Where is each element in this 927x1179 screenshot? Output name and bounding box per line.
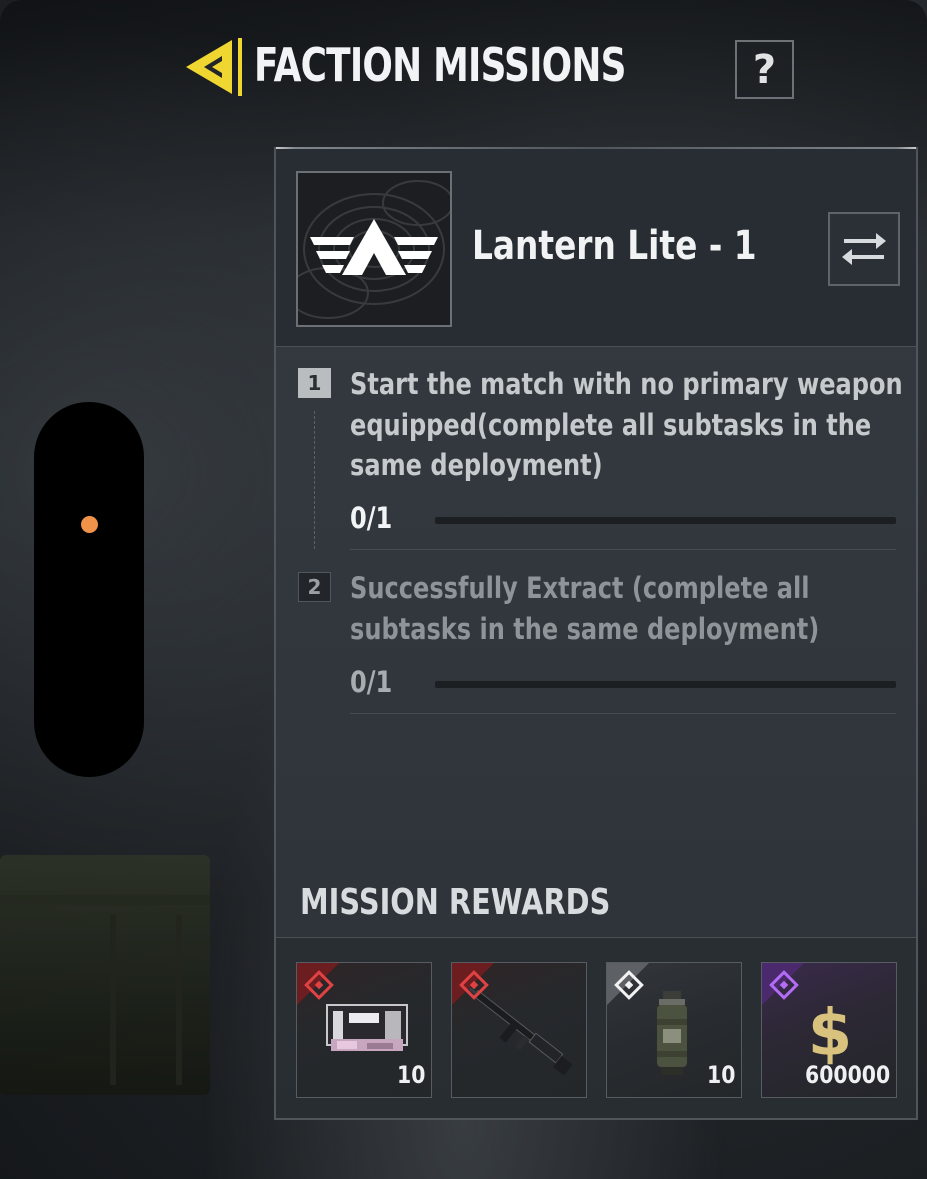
- side-handle[interactable]: [34, 402, 144, 777]
- task-progress-text: 0/1: [350, 501, 393, 535]
- task-divider: [350, 549, 896, 550]
- mission-name: Lantern Lite - 1: [472, 223, 757, 269]
- switch-mission-button[interactable]: [828, 212, 900, 286]
- mission-header: Lantern Lite - 1: [276, 149, 916, 347]
- rarity-red-tag-icon: [297, 963, 339, 1005]
- reward-item-weapon-case[interactable]: 10: [296, 962, 432, 1098]
- task-connector-line: [314, 411, 315, 549]
- background-crate: [0, 855, 210, 1095]
- svg-text:$: $: [808, 997, 853, 1071]
- reward-item-cash[interactable]: $ 600000: [761, 962, 897, 1098]
- rarity-white-tag-icon: [607, 963, 649, 1005]
- reward-quantity: 600000: [804, 1061, 890, 1089]
- task-description: Successfully Extract (complete all subta…: [350, 571, 820, 646]
- faction-logo: [296, 171, 452, 327]
- task-number-badge: 1: [298, 368, 331, 398]
- reward-item-grenade[interactable]: 10: [606, 962, 742, 1098]
- page-title: FACTION MISSIONS: [254, 38, 626, 92]
- back-arrow-icon: [186, 38, 242, 96]
- help-button[interactable]: ?: [735, 40, 794, 99]
- faction-wings-emblem-icon: [310, 219, 438, 275]
- rewards-bar: 10 10 $ 600000: [276, 937, 916, 1118]
- reward-quantity: 10: [706, 1061, 735, 1089]
- task-progress-text: 0/1: [350, 665, 393, 699]
- mission-panel: Lantern Lite - 1 1 Start the match with …: [274, 147, 918, 1120]
- rarity-purple-tag-icon: [762, 963, 804, 1005]
- swap-arrows-icon: [842, 233, 886, 265]
- task-description: Start the match with no primary weapon e…: [350, 367, 903, 482]
- task-progress-bar: [435, 517, 896, 524]
- task-divider: [350, 713, 896, 714]
- notification-dot: [81, 516, 98, 533]
- rarity-red-tag-icon: [452, 963, 494, 1005]
- back-button[interactable]: [182, 36, 244, 98]
- rewards-title: MISSION REWARDS: [300, 882, 611, 923]
- reward-quantity: 10: [396, 1061, 425, 1089]
- task-number-badge: 2: [298, 572, 331, 602]
- task-progress-bar: [435, 681, 896, 688]
- reward-item-assault-rifle[interactable]: [451, 962, 587, 1098]
